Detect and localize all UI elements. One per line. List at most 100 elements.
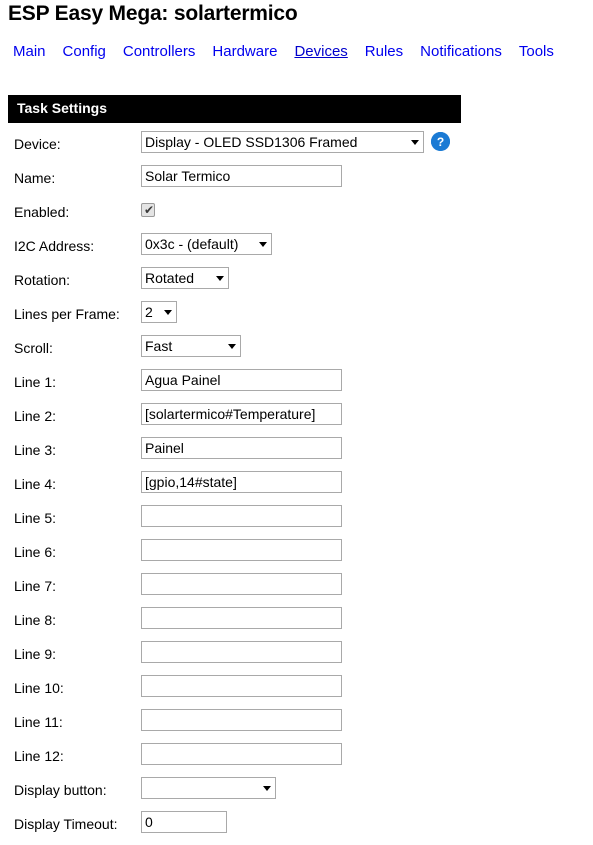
scroll-select-wrap: Fast xyxy=(141,335,241,357)
form-row-enabled: Enabled: ✔ xyxy=(0,199,593,233)
line-7-label: Line 7: xyxy=(14,578,57,594)
lines-per-frame-select-wrap: 2 xyxy=(141,301,177,323)
form-row-rotation: Rotation: Rotated xyxy=(0,267,593,301)
enabled-checkbox-wrap: ✔ xyxy=(141,199,155,222)
nav-item-devices[interactable]: Devices xyxy=(294,43,347,60)
line-11-label: Line 11: xyxy=(14,714,63,730)
line-3-label: Line 3: xyxy=(14,442,57,458)
form-row-line-7: Line 7: xyxy=(0,573,593,607)
form-row-line-9: Line 9: xyxy=(0,641,593,675)
nav-item-rules[interactable]: Rules xyxy=(365,43,403,60)
display-timeout-label: Display Timeout: xyxy=(14,816,118,832)
lines-per-frame-select[interactable]: 2 xyxy=(141,301,177,323)
line-7-input[interactable] xyxy=(141,573,342,595)
line-11-input[interactable] xyxy=(141,709,342,731)
form-row-line-8: Line 8: xyxy=(0,607,593,641)
line-1-field-wrap xyxy=(141,369,342,391)
line-10-label: Line 10: xyxy=(14,680,64,696)
line-6-label: Line 6: xyxy=(14,544,57,560)
line-4-input[interactable] xyxy=(141,471,342,493)
form-row-line-2: Line 2: xyxy=(0,403,593,437)
name-field-wrap xyxy=(141,165,342,187)
form-row-lines-per-frame: Lines per Frame: 2 xyxy=(0,301,593,335)
task-settings-header-bar: Task Settings xyxy=(8,95,461,123)
i2c-address-select-wrap: 0x3c - (default) xyxy=(141,233,272,255)
line-4-field-wrap xyxy=(141,471,342,493)
enabled-checkbox[interactable]: ✔ xyxy=(141,203,155,217)
form-row-display-button: Display button: xyxy=(0,777,593,811)
line-3-field-wrap xyxy=(141,437,342,459)
question-mark-help-icon[interactable]: ? xyxy=(431,132,450,151)
line-1-label: Line 1: xyxy=(14,374,57,390)
line-5-label: Line 5: xyxy=(14,510,57,526)
line-3-input[interactable] xyxy=(141,437,342,459)
task-settings-title: Task Settings xyxy=(17,100,107,116)
display-timeout-input[interactable] xyxy=(141,811,227,833)
line-2-field-wrap xyxy=(141,403,342,425)
form-row-line-11: Line 11: xyxy=(0,709,593,743)
page-title: ESP Easy Mega: solartermico xyxy=(8,2,298,25)
line-6-field-wrap xyxy=(141,539,342,561)
line-1-input[interactable] xyxy=(141,369,342,391)
nav-item-tools[interactable]: Tools xyxy=(519,43,554,60)
line-9-label: Line 9: xyxy=(14,646,57,662)
name-input[interactable] xyxy=(141,165,342,187)
nav-item-config[interactable]: Config xyxy=(63,43,106,60)
nav-item-hardware[interactable]: Hardware xyxy=(212,43,277,60)
rotation-select[interactable]: Rotated xyxy=(141,267,229,289)
form-row-line-10: Line 10: xyxy=(0,675,593,709)
checkmark-icon: ✔ xyxy=(144,203,155,217)
scroll-select[interactable]: Fast xyxy=(141,335,241,357)
nav-item-main[interactable]: Main xyxy=(13,43,46,60)
line-10-input[interactable] xyxy=(141,675,342,697)
i2c-address-select[interactable]: 0x3c - (default) xyxy=(141,233,272,255)
nav-item-notifications[interactable]: Notifications xyxy=(420,43,502,60)
display-button-label: Display button: xyxy=(14,782,107,798)
form-row-line-4: Line 4: xyxy=(0,471,593,505)
rotation-select-wrap: Rotated xyxy=(141,267,229,289)
i2c-address-label: I2C Address: xyxy=(14,238,95,254)
line-5-field-wrap xyxy=(141,505,342,527)
line-12-field-wrap xyxy=(141,743,342,765)
form-row-display-timeout: Display Timeout: xyxy=(0,811,593,845)
rotation-label: Rotation: xyxy=(14,272,71,288)
form-row-device: Device: Display - OLED SSD1306 Framed ? xyxy=(0,131,593,165)
form-row-line-5: Line 5: xyxy=(0,505,593,539)
task-settings-form: Device: Display - OLED SSD1306 Framed ? … xyxy=(0,131,593,845)
line-8-label: Line 8: xyxy=(14,612,57,628)
device-select[interactable]: Display - OLED SSD1306 Framed xyxy=(141,131,424,153)
form-row-line-3: Line 3: xyxy=(0,437,593,471)
line-11-field-wrap xyxy=(141,709,342,731)
page-root: ESP Easy Mega: solartermico Main Config … xyxy=(0,0,593,833)
main-navigation: Main Config Controllers Hardware Devices… xyxy=(13,43,554,60)
line-10-field-wrap xyxy=(141,675,342,697)
line-9-input[interactable] xyxy=(141,641,342,663)
line-9-field-wrap xyxy=(141,641,342,663)
display-timeout-field-wrap xyxy=(141,811,227,833)
name-label: Name: xyxy=(14,170,56,186)
lines-per-frame-label: Lines per Frame: xyxy=(14,306,120,322)
enabled-label: Enabled: xyxy=(14,204,70,220)
line-7-field-wrap xyxy=(141,573,342,595)
form-row-line-12: Line 12: xyxy=(0,743,593,777)
device-label: Device: xyxy=(14,136,61,152)
device-select-wrap: Display - OLED SSD1306 Framed xyxy=(141,131,424,153)
form-row-scroll: Scroll: Fast xyxy=(0,335,593,369)
line-12-label: Line 12: xyxy=(14,748,64,764)
line-4-label: Line 4: xyxy=(14,476,57,492)
line-8-input[interactable] xyxy=(141,607,342,629)
nav-item-controllers[interactable]: Controllers xyxy=(123,43,196,60)
line-2-label: Line 2: xyxy=(14,408,57,424)
line-2-input[interactable] xyxy=(141,403,342,425)
display-button-select-wrap xyxy=(141,777,276,799)
form-row-i2c-address: I2C Address: 0x3c - (default) xyxy=(0,233,593,267)
line-5-input[interactable] xyxy=(141,505,342,527)
line-8-field-wrap xyxy=(141,607,342,629)
svg-text:?: ? xyxy=(437,135,444,149)
scroll-label: Scroll: xyxy=(14,340,53,356)
line-6-input[interactable] xyxy=(141,539,342,561)
form-row-name: Name: xyxy=(0,165,593,199)
form-row-line-6: Line 6: xyxy=(0,539,593,573)
display-button-select[interactable] xyxy=(141,777,276,799)
line-12-input[interactable] xyxy=(141,743,342,765)
